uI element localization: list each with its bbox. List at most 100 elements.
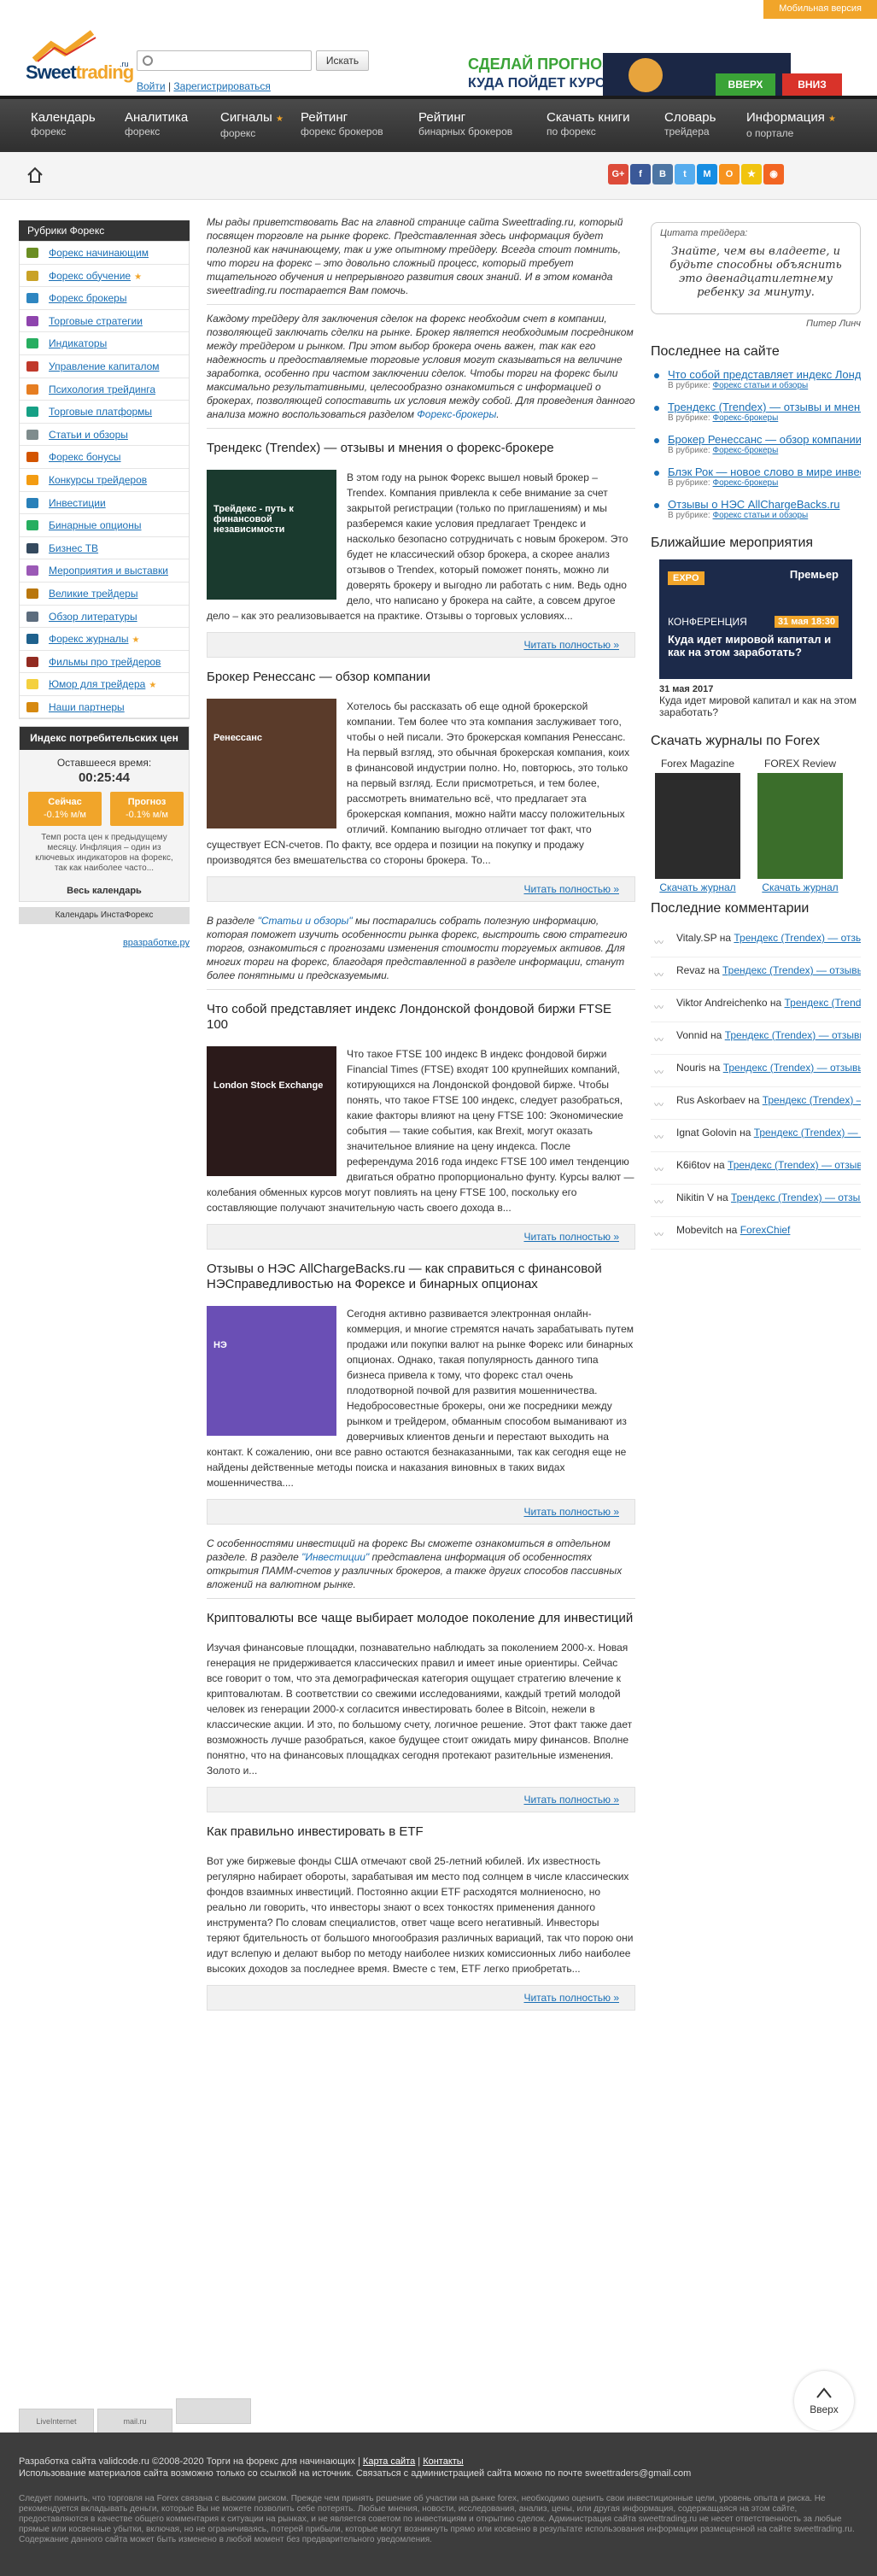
sidebar-item-label[interactable]: Бизнес ТВ [49,542,98,554]
banner-down-button[interactable]: ВНИЗ [782,73,842,96]
counter-badge[interactable]: mail.ru [97,2409,172,2434]
sidebar-item[interactable]: Статьи и обзоры [20,424,189,447]
social-share-icon[interactable]: ★ [741,164,762,184]
sidebar-item[interactable]: Инвестиции [20,492,189,515]
rubric-link[interactable]: Форекс-брокеры [713,446,779,455]
article-title[interactable]: Брокер Ренессанс — обзор компании [207,670,635,685]
sidebar-item-label[interactable]: Индикаторы [49,337,107,349]
sidebar-item-label[interactable]: Юмор для трейдера [49,678,145,690]
read-more-link[interactable]: Читать полностью » [523,1992,619,2004]
nav-item-1[interactable]: Аналитика форекс [125,111,188,138]
nav-item-0[interactable]: Календарь форекс [31,111,96,138]
home-icon[interactable] [26,166,44,184]
login-link[interactable]: Войти [137,80,166,92]
sidebar-item-label[interactable]: Конкурсы трейдеров [49,474,147,486]
sidebar-item-label[interactable]: Наши партнеры [49,701,125,713]
nav-item-3[interactable]: Рейтинг форекс брокеров [301,111,383,138]
sidebar-item[interactable]: Конкурсы трейдеров [20,469,189,492]
sitemap-link[interactable]: Карта сайта [363,2456,415,2467]
sidebar-item[interactable]: Фильмы про трейдеров [20,651,189,674]
sidebar-item[interactable]: Форекс журналы ★ [20,628,189,651]
contacts-link[interactable]: Контакты [423,2456,464,2467]
comment-article-link[interactable]: Трендекс (Trendex) — отзывы [763,1094,861,1106]
mobile-version-link[interactable]: Мобильная версия [763,0,877,19]
sidebar-item-label[interactable]: Обзор литературы [49,611,137,623]
counter-badge[interactable] [176,2398,251,2424]
nav-item-5[interactable]: Скачать книги по форекс [547,111,630,138]
sidebar-item[interactable]: Великие трейдеры [20,583,189,606]
forex-brokers-link[interactable]: Форекс-брокеры [417,408,496,420]
journal-cover[interactable] [655,773,740,879]
banner-up-button[interactable]: ВВЕРХ [716,73,775,96]
sidebar-item-label[interactable]: Управление капиталом [49,360,160,372]
article-title[interactable]: Трендекс (Trendex) — отзывы и мнения о ф… [207,441,635,456]
sidebar-item[interactable]: Форекс брокеры [20,287,189,310]
social-share-icon[interactable]: О [719,164,740,184]
sidebar-item-label[interactable]: Торговые платформы [49,406,152,418]
comment-article-link[interactable]: ForexChief [740,1224,791,1236]
sidebar-item[interactable]: Форекс обучение ★ [20,265,189,288]
nav-item-7[interactable]: Информация ★ о портале [746,111,836,140]
sidebar-item-label[interactable]: Мероприятия и выставки [49,565,168,577]
comment-article-link[interactable]: Трендекс (Trendex) — отзывы и мнения [734,932,861,944]
nav-item-4[interactable]: Рейтинг бинарных брокеров [418,111,512,138]
comment-article-link[interactable]: Трендекс (Trendex) — отзывы и мнения [722,964,861,976]
sidebar-item-label[interactable]: Форекс журналы [49,633,129,645]
search-button[interactable]: Искать [316,50,369,71]
download-journal-link[interactable]: Скачать журнал [659,881,735,893]
register-link[interactable]: Зарегистрироваться [173,80,270,92]
sidebar-item[interactable]: Форекс бонусы [20,446,189,469]
journal-cover[interactable] [757,773,843,879]
sidebar-item[interactable]: Управление капиталом [20,355,189,378]
sidebar-item[interactable]: Торговые стратегии [20,310,189,333]
recent-post-link[interactable]: Трендекс (Trendex) — отзывы и мнения о ф… [668,401,861,413]
rubric-link[interactable]: Форекс-брокеры [713,478,779,488]
sidebar-item-label[interactable]: Бинарные опционы [49,519,142,531]
investments-section-link[interactable]: "Инвестиции" [301,1551,369,1563]
comment-article-link[interactable]: Трендекс (Trendex) — отзывы и мнения [725,1029,861,1041]
read-more-link[interactable]: Читать полностью » [523,883,619,895]
recent-post-link[interactable]: Брокер Ренессанс — обзор компании [668,433,861,446]
comment-article-link[interactable]: Трендекс (Trendex) — отзывы и мнения [728,1159,861,1171]
recent-post-link[interactable]: Отзывы о НЭС AllChargeBacks.ru [668,498,861,511]
search-input[interactable] [137,50,312,71]
sidebar-item-label[interactable]: Форекс брокеры [49,292,126,304]
social-share-icon[interactable]: ◉ [763,164,784,184]
social-share-icon[interactable]: M [697,164,717,184]
comment-article-link[interactable]: Трендекс (Trendex) — отзывы [754,1127,861,1139]
read-more-link[interactable]: Читать полностью » [523,1794,619,1806]
scroll-top-button[interactable]: Вверх [794,2371,854,2431]
instaforex-calendar-label[interactable]: Календарь ИнстаФорекс [19,907,190,925]
rubric-link[interactable]: Форекс статьи и обзоры [713,511,809,520]
article-image[interactable]: Ренессанс [207,699,336,828]
sidebar-item-label[interactable]: Форекс бонусы [49,451,121,463]
article-title[interactable]: Как правильно инвестировать в ETF [207,1824,635,1840]
article-title[interactable]: Что собой представляет индекс Лондонской… [207,1002,635,1033]
comment-article-link[interactable]: Трендекс (Trendex) — отзывы и мнения [731,1191,861,1203]
recent-post-link[interactable]: Блэк Рок — новое слово в мире инвестиций [668,465,861,478]
sidebar-item-label[interactable]: Статьи и обзоры [49,429,128,441]
nav-item-6[interactable]: Словарь трейдера [664,111,716,138]
article-image[interactable]: НЭ [207,1306,336,1436]
articles-section-link[interactable]: "Статьи и обзоры" [258,915,353,927]
full-calendar-link[interactable]: Весь календарь [20,886,189,896]
comment-article-link[interactable]: Трендекс (Trendex) — отзывы и мнения [723,1062,861,1074]
sidebar-item-label[interactable]: Психология трейдинга [49,383,155,395]
read-more-link[interactable]: Читать полностью » [523,1506,619,1518]
sidebar-item[interactable]: Бизнес ТВ [20,537,189,560]
article-image[interactable]: London Stock Exchange [207,1046,336,1176]
sidebar-item[interactable]: Торговые платформы [20,401,189,424]
social-share-icon[interactable]: В [652,164,673,184]
sidebar-item-label[interactable]: Инвестиции [49,497,106,509]
social-share-icon[interactable]: t [675,164,695,184]
article-title[interactable]: Криптовалюты все чаще выбирает молодое п… [207,1611,635,1626]
sidebar-item-label[interactable]: Форекс обучение [49,270,131,282]
sidebar-item[interactable]: Форекс начинающим [20,242,189,265]
article-image[interactable]: Трейдекс - путь к финансовой независимос… [207,470,336,600]
sidebar-item[interactable]: Обзор литературы [20,606,189,629]
sidebar-item-label[interactable]: Фильмы про трейдеров [49,656,161,668]
sidebar-item[interactable]: Психология трейдинга [20,378,189,401]
social-share-icon[interactable]: f [630,164,651,184]
rubric-link[interactable]: Форекс статьи и обзоры [713,381,809,390]
sidebar-item-label[interactable]: Великие трейдеры [49,588,137,600]
